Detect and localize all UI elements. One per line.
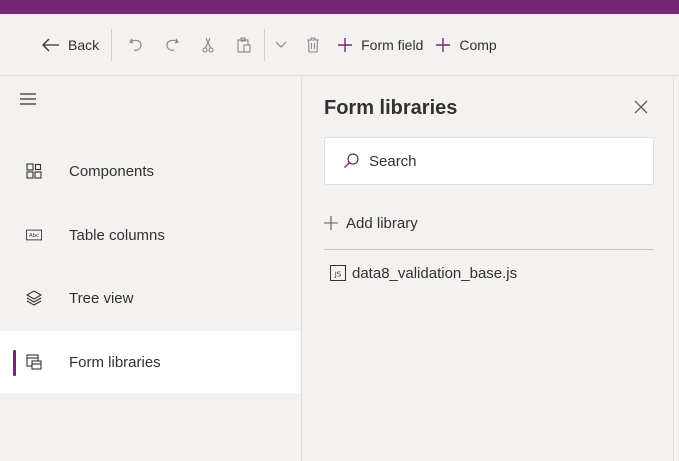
undo-button[interactable]: [118, 29, 154, 61]
nav-item-label: Tree view: [69, 289, 134, 307]
library-item[interactable]: JS data8_validation_base.js: [330, 262, 517, 284]
plus-icon: [337, 37, 353, 53]
table-columns-icon: Abc: [26, 227, 42, 243]
form-libraries-panel: Form libraries Add library JS data8_vali…: [301, 77, 674, 461]
panel-title: Form libraries: [324, 97, 458, 119]
cut-button[interactable]: [190, 29, 226, 61]
app-header-bar: [0, 0, 679, 14]
plus-icon: [324, 216, 338, 230]
js-file-icon: JS: [330, 265, 346, 281]
back-label: Back: [68, 36, 100, 53]
toolbar-divider: [111, 28, 113, 61]
redo-button[interactable]: [154, 29, 190, 61]
tree-view-icon: [26, 290, 42, 306]
component-label: Comp: [459, 36, 497, 53]
delete-button[interactable]: [295, 29, 331, 61]
nav-item-label: Components: [69, 162, 155, 180]
back-button[interactable]: Back: [36, 29, 105, 61]
nav-item-components[interactable]: Components: [0, 140, 300, 202]
svg-text:Abc: Abc: [29, 233, 39, 239]
add-component-button[interactable]: Comp: [429, 29, 502, 61]
nav-item-tree-view[interactable]: Tree view: [0, 267, 300, 329]
nav-item-form-libraries[interactable]: Form libraries: [0, 331, 300, 393]
search-input[interactable]: [369, 150, 639, 172]
add-library-button[interactable]: Add library: [324, 211, 418, 235]
scissors-icon: [200, 37, 216, 53]
library-name: data8_validation_base.js: [352, 264, 518, 282]
plus-icon: [435, 37, 451, 53]
command-bar: Back Form field Comp: [0, 14, 679, 76]
hamburger-menu-icon[interactable]: [20, 89, 40, 109]
nav-item-label: Table columns: [69, 226, 165, 244]
paste-options-dropdown[interactable]: [267, 29, 295, 61]
clipboard-icon: [236, 36, 252, 53]
form-libraries-icon: [26, 354, 42, 370]
components-icon: [26, 163, 42, 179]
panel-divider: [324, 249, 654, 250]
arrow-left-icon: [42, 38, 60, 52]
left-nav-pane: Components Abc Table columns Tree view F…: [0, 77, 300, 461]
trash-icon: [306, 36, 320, 53]
toolbar-divider: [264, 28, 266, 61]
close-icon[interactable]: [633, 99, 651, 117]
paste-button[interactable]: [226, 29, 262, 61]
form-field-label: Form field: [361, 36, 424, 53]
redo-icon: [164, 37, 180, 53]
add-library-label: Add library: [346, 214, 418, 232]
nav-item-label: Form libraries: [69, 353, 161, 371]
svg-text:JS: JS: [334, 271, 342, 279]
undo-icon: [128, 37, 144, 53]
search-box[interactable]: [324, 137, 654, 185]
active-indicator: [13, 350, 16, 376]
add-form-field-button[interactable]: Form field: [331, 29, 429, 61]
search-icon: [343, 153, 359, 169]
nav-item-table-columns[interactable]: Abc Table columns: [0, 204, 300, 266]
chevron-down-icon: [275, 41, 287, 49]
